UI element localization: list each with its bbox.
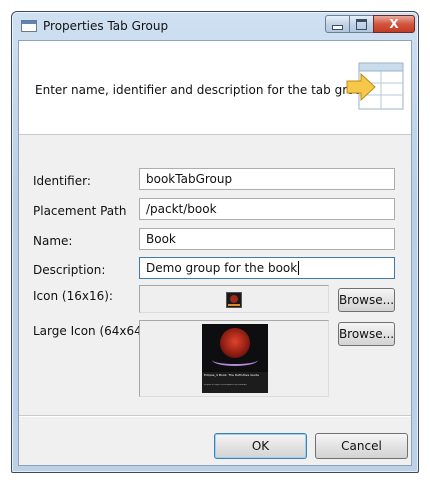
identifier-label: Identifier: <box>33 174 91 188</box>
name-value: Book <box>146 232 176 246</box>
icon-large-label: Large Icon (64x64): <box>33 324 151 338</box>
window-title: Properties Tab Group <box>43 19 169 33</box>
description-label: Description: <box>33 263 106 277</box>
identifier-value: bookTabGroup <box>146 172 233 186</box>
maximize-button[interactable] <box>349 15 374 33</box>
description-field[interactable]: Demo group for the book <box>139 257 395 279</box>
minimize-button[interactable] <box>325 15 350 33</box>
close-button[interactable]: X <box>373 15 415 33</box>
browse-large-icon-button[interactable]: Browse... <box>338 322 395 346</box>
ok-button[interactable]: OK <box>214 433 307 459</box>
button-separator <box>19 415 411 417</box>
icon-small-preview <box>139 285 329 313</box>
icon-large-preview: Eclipse_4 Book: The Definitive Guide Ecl… <box>139 320 329 397</box>
placement-path-field[interactable]: /packt/book <box>139 198 395 220</box>
minimize-icon <box>332 24 343 30</box>
icon-small-label: Icon (16x16): <box>33 289 113 303</box>
cover-subtitle: Eclipse 4 Plug-in Development by Example <box>204 384 247 386</box>
dialog-window: Properties Tab Group X Enter name, ident… <box>11 11 419 473</box>
small-book-icon <box>226 292 242 308</box>
window-icon <box>21 20 37 32</box>
identifier-field[interactable]: bookTabGroup <box>139 168 395 190</box>
close-icon: X <box>389 17 399 31</box>
placement-path-value: /packt/book <box>146 202 217 216</box>
cover-title: Eclipse_4 Book: The Definitive Guide <box>204 374 260 377</box>
browse-small-icon-button[interactable]: Browse... <box>338 288 395 312</box>
tab-group-wizard-icon <box>346 62 404 110</box>
title-bar[interactable]: Properties Tab Group X <box>12 12 418 40</box>
large-book-cover: Eclipse_4 Book: The Definitive Guide Ecl… <box>202 324 268 393</box>
description-value: Demo group for the book <box>146 261 298 275</box>
cancel-button[interactable]: Cancel <box>315 433 408 459</box>
header-banner: Enter name, identifier and description f… <box>19 41 411 135</box>
banner-message: Enter name, identifier and description f… <box>35 83 374 97</box>
dialog-body: Enter name, identifier and description f… <box>18 40 412 466</box>
name-label: Name: <box>33 234 73 248</box>
placement-path-label: Placement Path <box>33 204 127 218</box>
name-field[interactable]: Book <box>139 228 395 250</box>
maximize-icon <box>356 18 367 30</box>
text-caret <box>298 261 300 275</box>
